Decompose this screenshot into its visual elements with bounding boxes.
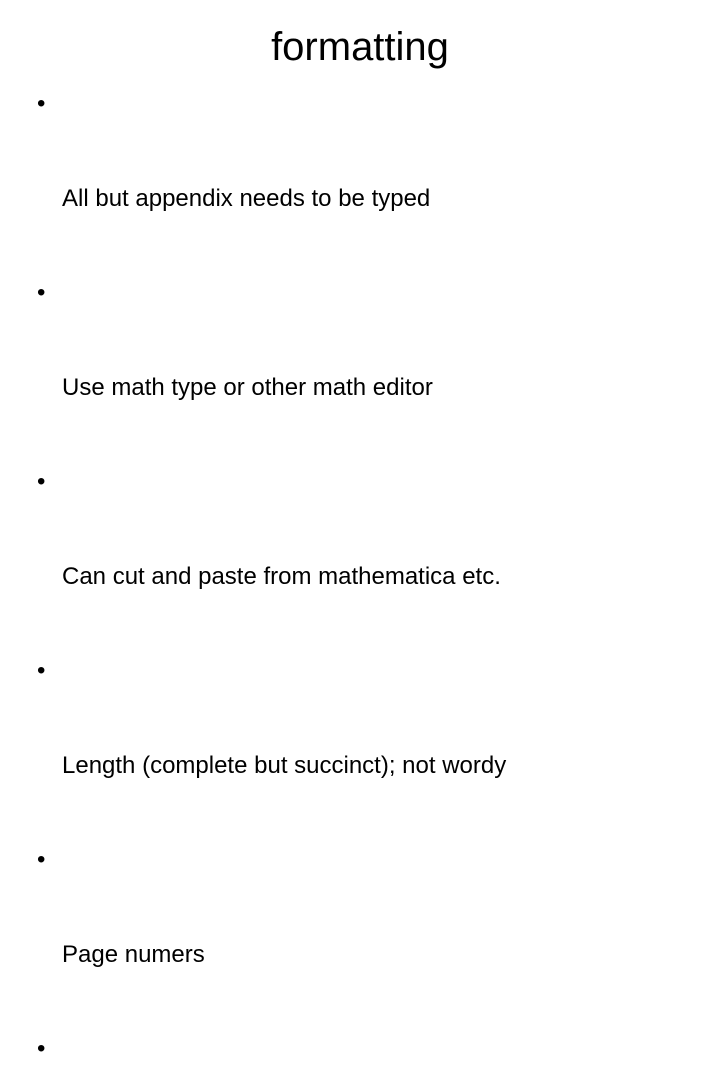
bullet-icon: • [37, 279, 46, 306]
list-item-label: Length (complete but succinct); not word… [62, 751, 507, 779]
list-item-label: Use math type or other math editor [62, 373, 433, 401]
list-item: • All but appendix needs to be typed [30, 88, 690, 277]
bullet-list: • All but appendix needs to be typed • U… [30, 88, 690, 1080]
bullet-icon: • [37, 90, 46, 117]
list-item: • Can cut and paste from mathematica etc… [30, 466, 690, 655]
list-item: • Page numers [30, 844, 690, 1033]
slide-canvas: formatting • All but appendix needs to b… [0, 0, 720, 1062]
page-title: formatting [271, 25, 449, 69]
bullet-icon: • [37, 846, 46, 873]
bullet-icon: • [37, 468, 46, 495]
list-item: • Length (complete but succinct); not wo… [30, 655, 690, 844]
bullet-icon: • [37, 1035, 46, 1062]
list-item-label: All but appendix needs to be typed [62, 184, 431, 212]
list-item-label: Can cut and paste from mathematica etc. [62, 562, 501, 590]
list-item: • Use math type or other math editor [30, 277, 690, 466]
list-item-label: Page numers [62, 940, 205, 968]
bullet-icon: • [37, 657, 46, 684]
list-item: • 1 inch margins [30, 1033, 690, 1080]
